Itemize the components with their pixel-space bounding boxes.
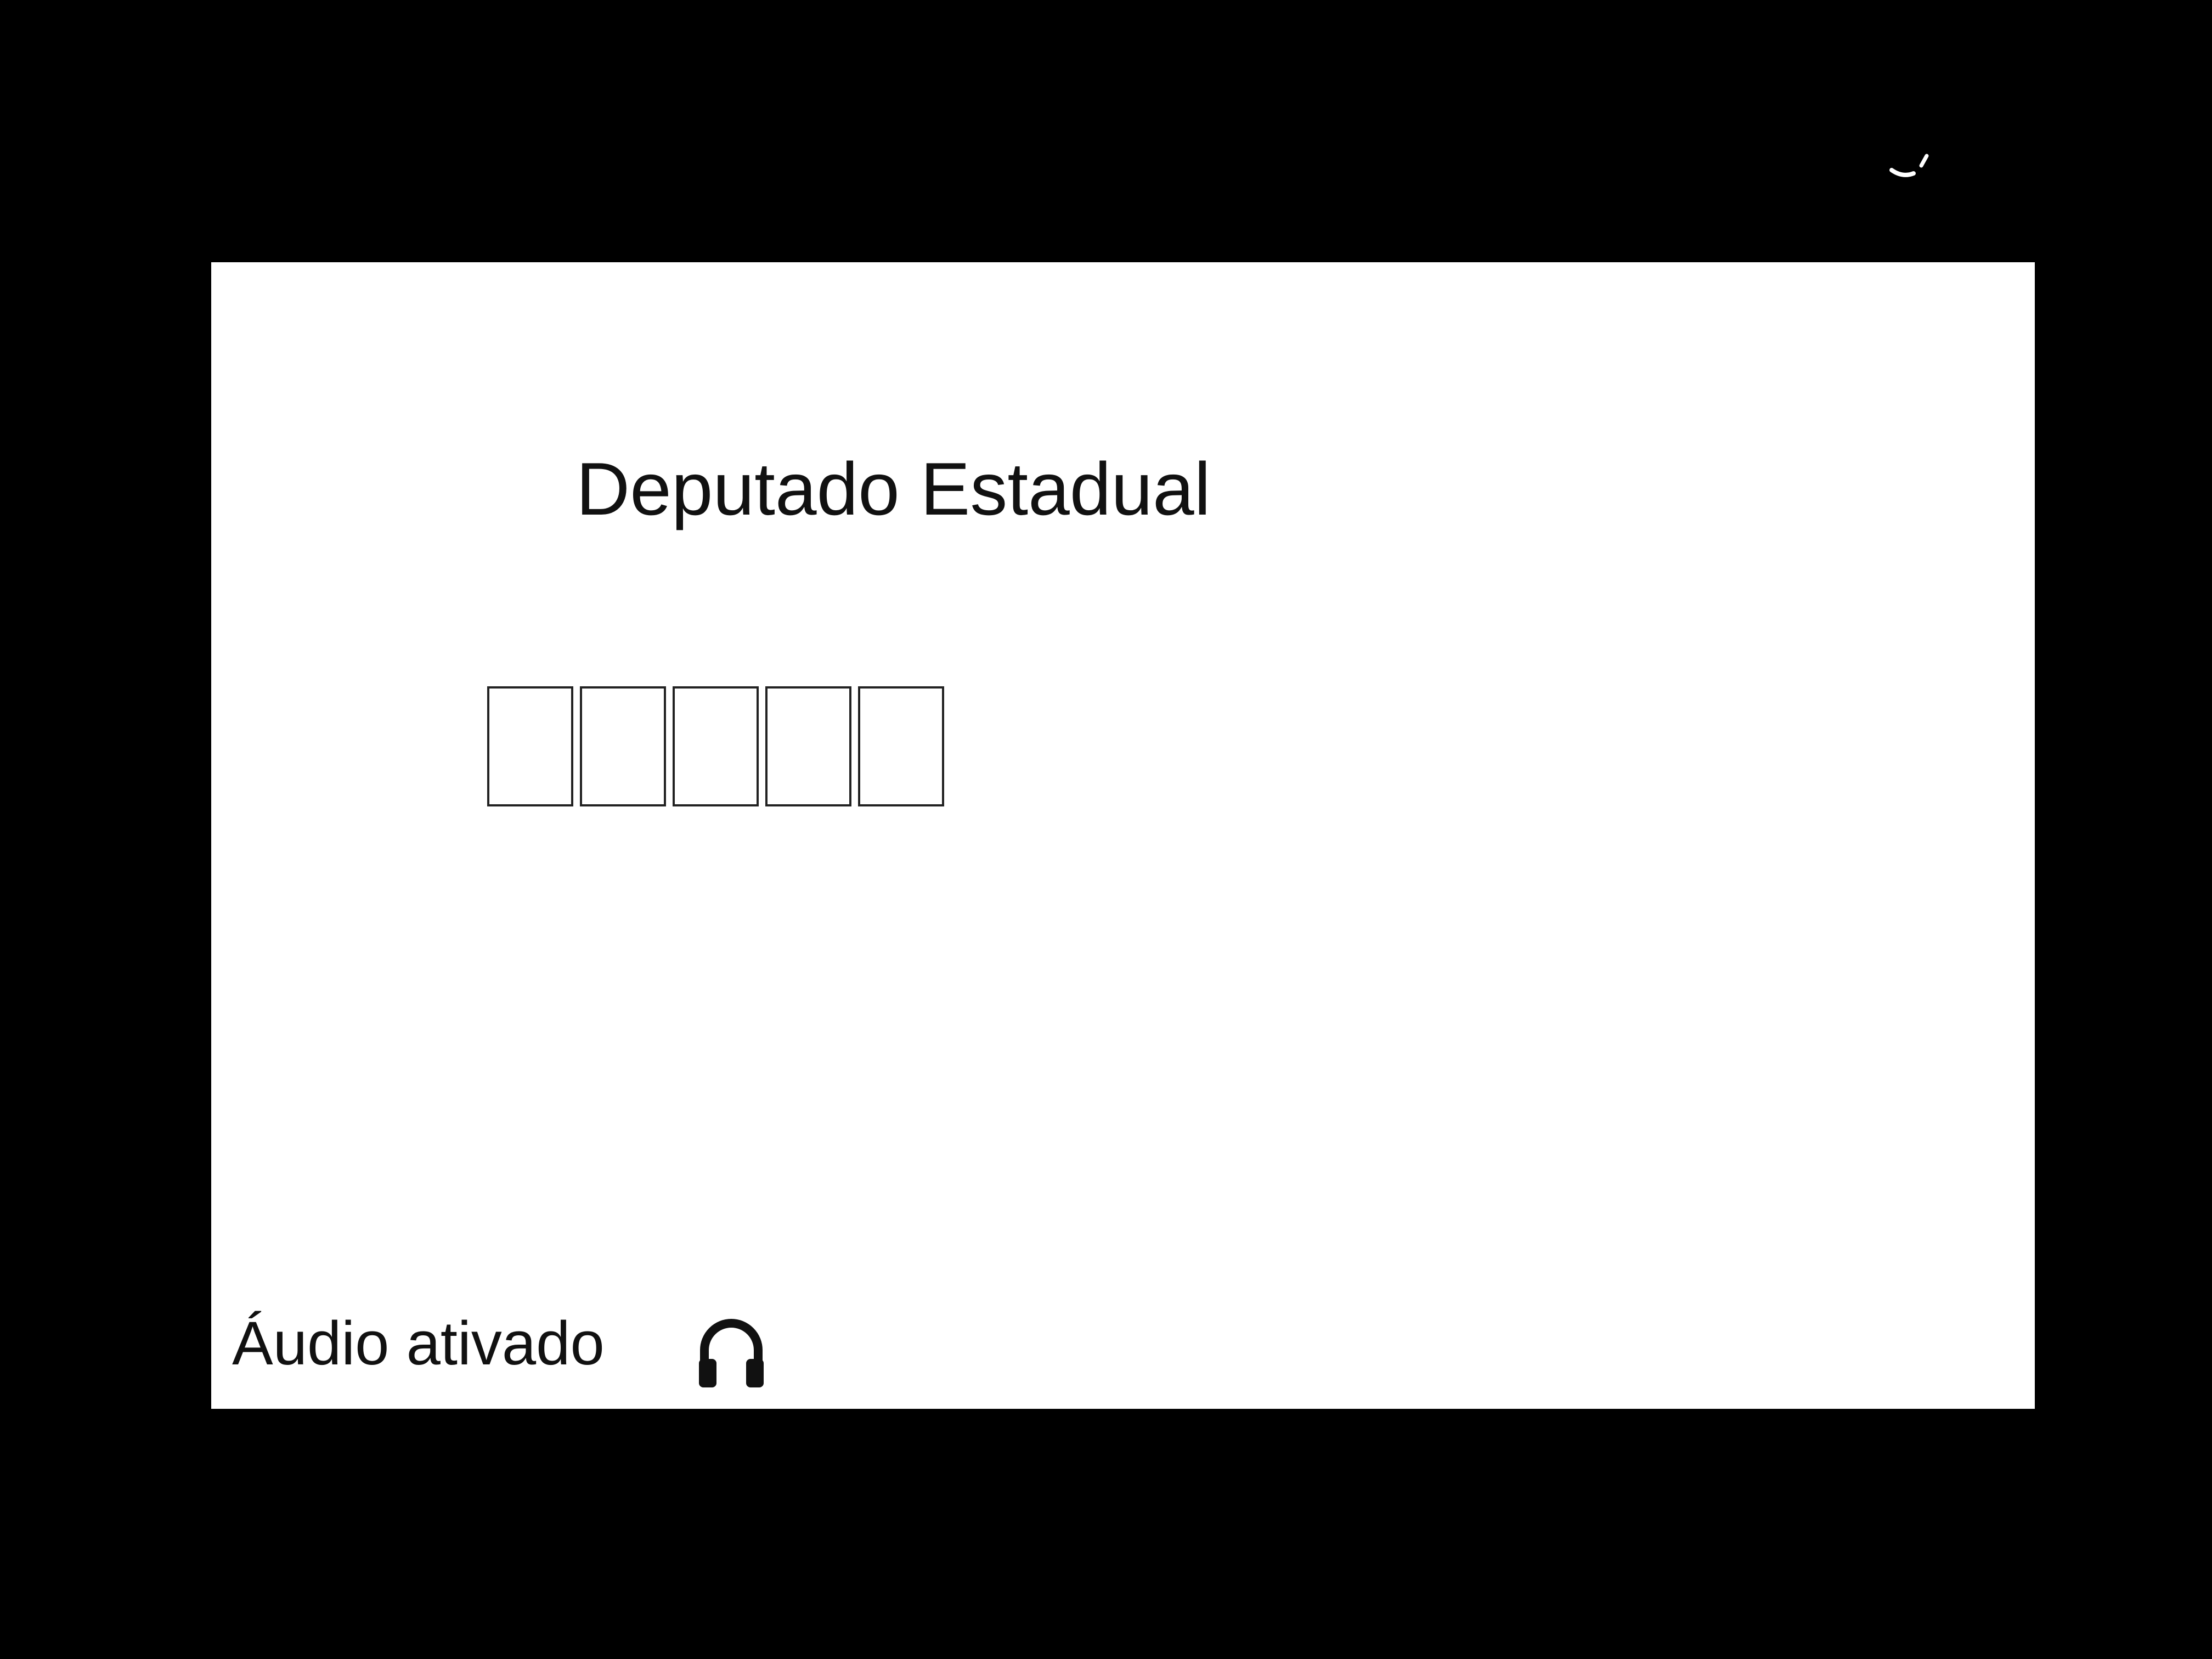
digit-box-4[interactable] — [765, 686, 851, 806]
headphones-icon — [699, 1319, 764, 1387]
digit-box-5[interactable] — [858, 686, 944, 806]
audio-status-label: Áudio ativado — [232, 1309, 605, 1378]
candidate-number-input[interactable] — [487, 686, 944, 806]
digit-box-1[interactable] — [487, 686, 573, 806]
office-title: Deputado Estadual — [576, 447, 1211, 531]
ballot-screen: Deputado Estadual Áudio ativado — [211, 262, 2035, 1409]
digit-box-2[interactable] — [580, 686, 666, 806]
glare-mark — [1889, 154, 1929, 177]
digit-box-3[interactable] — [673, 686, 759, 806]
